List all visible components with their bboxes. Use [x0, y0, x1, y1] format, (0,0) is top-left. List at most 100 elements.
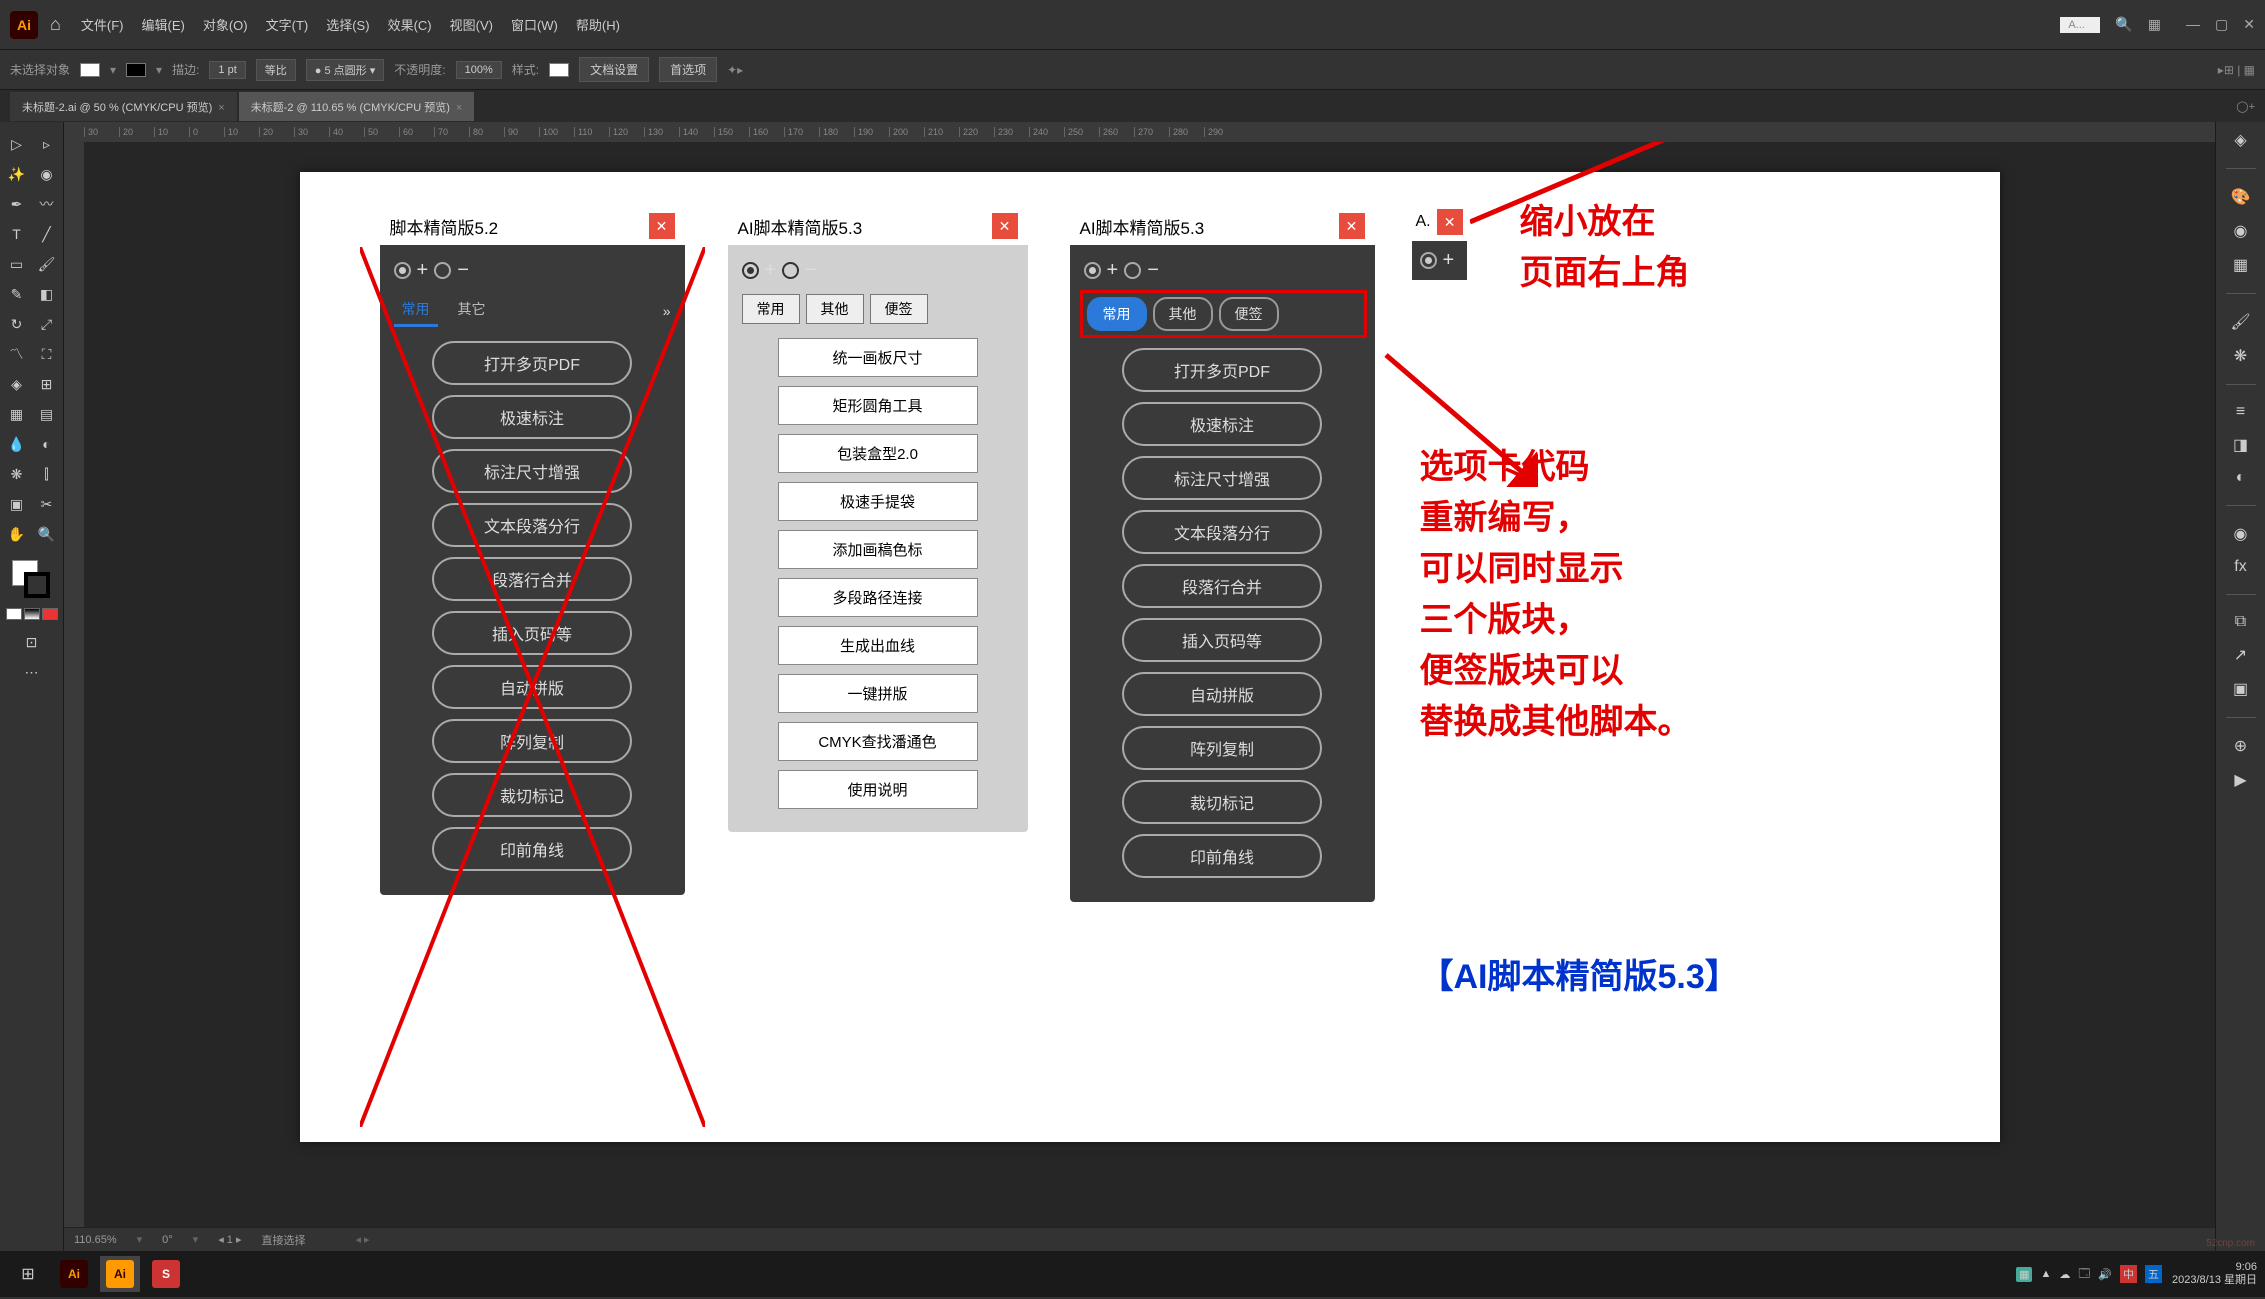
home-icon[interactable]: ⌂ [50, 14, 61, 35]
shaper-tool[interactable]: ✎ [3, 280, 31, 308]
script-button[interactable]: 矩形圆角工具 [778, 386, 978, 425]
swatches-panel-icon[interactable]: ▦ [2233, 255, 2248, 275]
maximize-icon[interactable]: ▢ [2215, 16, 2228, 33]
pen-tool[interactable]: ✒ [3, 190, 31, 218]
menu-file[interactable]: 文件(F) [81, 15, 124, 34]
tab-common[interactable]: 常用 [742, 294, 800, 324]
none-mode-icon[interactable] [42, 608, 58, 620]
artboard[interactable]: 脚本精简版5.2 ✕ + − 常用 [300, 172, 2000, 1142]
opacity-dropdown[interactable]: 100% [456, 61, 502, 79]
script-button[interactable]: 自动拼版 [432, 665, 632, 709]
script-button[interactable]: 统一画板尺寸 [778, 338, 978, 377]
radio-option[interactable] [1420, 252, 1437, 269]
tab-other[interactable]: 其它 [444, 294, 500, 327]
tab-other[interactable]: 其他 [806, 294, 864, 324]
cloud-sync-icon[interactable]: ◯+ [2236, 100, 2255, 113]
close-panel-icon[interactable]: ✕ [1339, 213, 1365, 239]
appearance-panel-icon[interactable]: ◉ [2234, 524, 2248, 544]
zoom-level[interactable]: 110.65% [74, 1234, 117, 1246]
system-tray[interactable]: ▦ ▲☁🗔🔊 中 五 [2016, 1265, 2162, 1284]
prefs-button[interactable]: 首选项 [659, 57, 717, 82]
mesh-tool[interactable]: ▦ [3, 400, 31, 428]
symbol-sprayer-tool[interactable]: ❋ [3, 460, 31, 488]
direct-selection-tool[interactable]: ▹ [33, 130, 61, 158]
script-button[interactable]: 极速标注 [1122, 402, 1322, 446]
taskbar-app-ai1[interactable]: Ai [54, 1256, 94, 1292]
script-button[interactable]: 标注尺寸增强 [1122, 456, 1322, 500]
radio-option[interactable] [1084, 262, 1101, 279]
asset-export-icon[interactable]: ↗ [2234, 645, 2247, 665]
script-button[interactable]: 印前角线 [432, 827, 632, 871]
radio-option[interactable] [1124, 262, 1141, 279]
menu-view[interactable]: 视图(V) [450, 15, 493, 34]
script-button[interactable]: 生成出血线 [778, 626, 978, 665]
gradient-mode-icon[interactable] [24, 608, 40, 620]
doc-setup-button[interactable]: 文档设置 [579, 57, 649, 82]
script-button[interactable]: CMYK查找潘通色 [778, 722, 978, 761]
screen-mode-icon[interactable]: ⊡ [18, 628, 46, 656]
tab-notes[interactable]: 便签 [1219, 297, 1279, 331]
script-button[interactable]: 多段路径连接 [778, 578, 978, 617]
close-tab-icon[interactable]: × [456, 102, 462, 114]
script-button[interactable]: 段落行合并 [432, 557, 632, 601]
perspective-tool[interactable]: ⊞ [33, 370, 61, 398]
eyedropper-tool[interactable]: 💧 [3, 430, 31, 458]
script-button[interactable]: 一键拼版 [778, 674, 978, 713]
menu-effect[interactable]: 效果(C) [388, 15, 432, 34]
close-panel-icon[interactable]: ✕ [1437, 209, 1463, 235]
script-button[interactable]: 自动拼版 [1122, 672, 1322, 716]
color-guide-icon[interactable]: ◉ [2234, 221, 2248, 241]
symbols-panel-icon[interactable]: ❋ [2234, 346, 2247, 366]
tab-common[interactable]: 常用 [1087, 297, 1147, 331]
scale-tool[interactable]: ⤢ [33, 310, 61, 338]
script-button[interactable]: 插入页码等 [1122, 618, 1322, 662]
paintbrush-tool[interactable]: 🖌 [33, 250, 61, 278]
eraser-tool[interactable]: ◧ [33, 280, 61, 308]
libraries-panel-icon[interactable]: ⊕ [2234, 736, 2247, 756]
transparency-panel-icon[interactable]: ◐ [2236, 469, 2246, 487]
artboard-tool[interactable]: ▣ [3, 490, 31, 518]
close-panel-icon[interactable]: ✕ [992, 213, 1018, 239]
close-panel-icon[interactable]: ✕ [649, 213, 675, 239]
radio-option[interactable] [394, 262, 411, 279]
tab-common[interactable]: 常用 [394, 294, 438, 327]
artboards-panel-icon[interactable]: ▣ [2233, 679, 2248, 699]
color-panel-icon[interactable]: 🎨 [2231, 187, 2251, 207]
script-button[interactable]: 阵列复制 [1122, 726, 1322, 770]
zoom-tool[interactable]: 🔍 [33, 520, 61, 548]
menu-object[interactable]: 对象(O) [203, 15, 248, 34]
script-button[interactable]: 裁切标记 [1122, 780, 1322, 824]
close-tab-icon[interactable]: × [218, 102, 224, 114]
workspace-icon[interactable]: ▦ [2148, 16, 2161, 33]
width-tool[interactable]: 〽 [3, 340, 31, 368]
minimize-icon[interactable]: — [2186, 16, 2200, 33]
radio-option[interactable] [434, 262, 451, 279]
brushes-panel-icon[interactable]: 🖌 [2230, 312, 2250, 332]
blend-tool[interactable]: ◐ [33, 430, 61, 458]
script-button[interactable]: 裁切标记 [432, 773, 632, 817]
script-button[interactable]: 打开多页PDF [432, 341, 632, 385]
mini-search-box[interactable]: A... [2060, 17, 2100, 33]
script-button[interactable]: 极速手提袋 [778, 482, 978, 521]
script-button[interactable]: 包装盒型2.0 [778, 434, 978, 473]
tab-notes[interactable]: 便签 [870, 294, 928, 324]
edit-toolbar-icon[interactable]: ⋯ [18, 658, 46, 686]
close-window-icon[interactable]: ✕ [2243, 16, 2255, 33]
hand-tool[interactable]: ✋ [3, 520, 31, 548]
menu-help[interactable]: 帮助(H) [576, 15, 620, 34]
radio-option[interactable] [782, 262, 799, 279]
script-button[interactable]: 标注尺寸增强 [432, 449, 632, 493]
lasso-tool[interactable]: ◉ [33, 160, 61, 188]
brush-dropdown[interactable]: ● 5 点圆形 ▾ [306, 59, 384, 81]
menu-select[interactable]: 选择(S) [326, 15, 369, 34]
taskbar-app-other[interactable]: S [146, 1256, 186, 1292]
type-tool[interactable]: T [3, 220, 31, 248]
graph-tool[interactable]: ⫿ [33, 460, 61, 488]
uniform-dropdown[interactable]: 等比 [256, 59, 296, 81]
script-button[interactable]: 阵列复制 [432, 719, 632, 763]
rotation-value[interactable]: 0° [162, 1234, 173, 1246]
ime-indicator[interactable]: 中 [2120, 1265, 2137, 1283]
layers-panel-icon[interactable]: ⧉ [2235, 613, 2246, 631]
style-swatch[interactable] [549, 63, 569, 77]
start-button[interactable]: ⊞ [8, 1256, 48, 1292]
